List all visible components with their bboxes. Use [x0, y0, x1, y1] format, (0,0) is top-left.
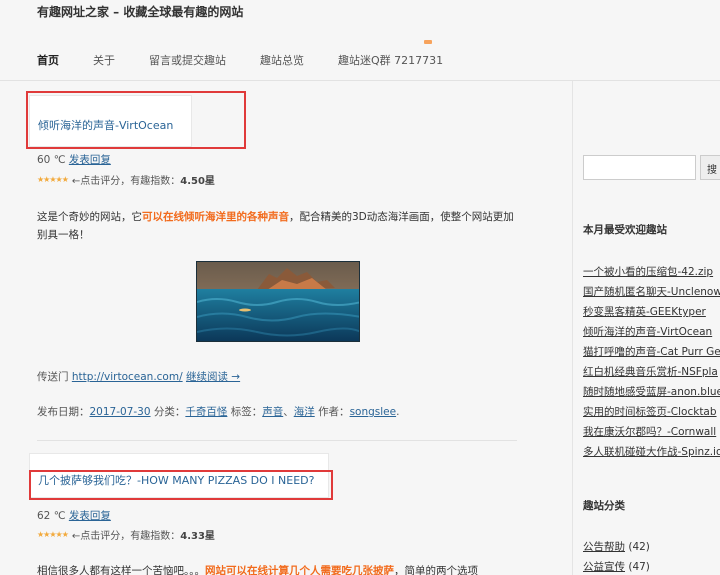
main-nav: 首页 关于 留言或提交趣站 趣站总览 趣站迷Q群 7217731	[37, 52, 477, 68]
tag-label: 标签：	[230, 406, 263, 418]
nav-indicator	[424, 40, 432, 44]
category-count: (42)	[628, 541, 650, 553]
popular-link[interactable]: 我在康沃尔郡吗？-Cornwall	[583, 422, 720, 442]
popular-link[interactable]: 一个被小看的压缩包-42.zip	[583, 262, 720, 282]
category-count: (47)	[628, 561, 650, 573]
search-button[interactable]: 搜	[700, 155, 720, 180]
rating-prompt: ←点击评分，有趣指数：	[71, 176, 181, 187]
category-link[interactable]: 公告帮助	[583, 541, 625, 553]
popular-link[interactable]: 秒变黑客精英-GEEKtyper	[583, 302, 720, 322]
rating-value: 4.33星	[180, 531, 215, 542]
nav-item-about[interactable]: 关于	[93, 52, 115, 68]
nav-item-overview[interactable]: 趣站总览	[260, 52, 304, 68]
rating-value: 4.50星	[180, 176, 215, 187]
tag-separator: 、	[283, 406, 294, 418]
read-more-link[interactable]: 继续阅读 →	[186, 371, 240, 383]
highlight-box	[29, 470, 333, 500]
popular-link[interactable]: 倾听海洋的声音-VirtOcean	[583, 322, 720, 342]
excerpt-text: 这是个奇妙的网站，它	[37, 211, 142, 223]
excerpt-text-end: ，简单的两个选项	[394, 565, 478, 575]
nav-item-qq-group[interactable]: 趣站迷Q群 7217731	[338, 52, 443, 68]
post-meta-line: 62 ℃ 发表回复	[37, 508, 111, 523]
excerpt-text: 相信很多人都有这样一个苦恼吧。。。	[37, 565, 205, 575]
post-tag[interactable]: 声音	[262, 406, 283, 418]
post-author[interactable]: songslee	[350, 406, 397, 418]
rating-stars-icon[interactable]: ★★★★★	[37, 530, 69, 539]
category-label: 分类：	[153, 406, 186, 418]
reply-link[interactable]: 发表回复	[69, 154, 111, 166]
site-title[interactable]: 有趣网址之家 – 收藏全球最有趣的网站	[37, 3, 243, 20]
nav-divider	[0, 80, 720, 81]
post-meta-line: 60 ℃ 发表回复	[37, 152, 111, 167]
rating-prompt: ←点击评分，有趣指数：	[71, 531, 181, 542]
portal-link[interactable]: http://virtocean.com/	[72, 371, 183, 383]
category-item: 公益宣传 (47)	[583, 557, 650, 575]
popular-link[interactable]: 猫打呼噜的声音-Cat Purr Ge	[583, 342, 720, 362]
popular-list: 一个被小看的压缩包-42.zip 国产随机匿名聊天-Unclenow 秒变黑客精…	[583, 262, 720, 462]
post-temperature: 62 ℃	[37, 510, 66, 522]
popular-link[interactable]: 红白机经典音乐赏析-NSFpla	[583, 362, 720, 382]
meta-end: .	[396, 406, 400, 418]
popular-link[interactable]: 国产随机匿名聊天-Unclenow	[583, 282, 720, 302]
post-temperature: 60 ℃	[37, 154, 66, 166]
popular-link[interactable]: 随时随地感受蓝屏-anon.blue	[583, 382, 720, 402]
post-footer-meta: 发布日期：2017-07-30 分类：千奇百怪 标签：声音、海洋 作者：song…	[37, 404, 399, 419]
ocean-scene-image	[197, 262, 359, 341]
post-category[interactable]: 千奇百怪	[185, 406, 227, 418]
post-tag[interactable]: 海洋	[294, 406, 315, 418]
nav-item-home[interactable]: 首页	[37, 52, 59, 68]
rating-row: ★★★★★ ←点击评分，有趣指数： 4.50星	[37, 172, 215, 187]
highlight-box	[26, 91, 246, 149]
author-label: 作者：	[318, 406, 350, 418]
popular-link[interactable]: 多人联机碰碰大作战-Spinz.io	[583, 442, 720, 462]
post-date[interactable]: 2017-07-30	[90, 406, 151, 418]
post-divider	[37, 440, 517, 441]
sidebar-divider	[572, 81, 573, 575]
ocean-thumbnail[interactable]	[196, 261, 360, 342]
search-input[interactable]	[583, 155, 696, 180]
portal-label: 传送门	[37, 371, 69, 383]
post-excerpt: 这是个奇妙的网站，它可以在线倾听海洋里的各种声音，配合精美的3D动态海洋画面，使…	[37, 208, 522, 244]
popular-link[interactable]: 实用的时间标签页-Clocktab	[583, 402, 720, 422]
category-link[interactable]: 公益宣传	[583, 561, 625, 573]
category-item: 公告帮助 (42)	[583, 537, 650, 557]
nav-item-guestbook[interactable]: 留言或提交趣站	[149, 52, 226, 68]
portal-line: 传送门 http://virtocean.com/ 继续阅读 →	[37, 369, 240, 384]
category-heading: 趣站分类	[583, 500, 625, 512]
excerpt-highlight: 网站可以在线计算几个人需要吃几张披萨	[205, 565, 394, 575]
rating-stars-icon[interactable]: ★★★★★	[37, 175, 69, 184]
excerpt-highlight: 可以在线倾听海洋里的各种声音	[142, 211, 289, 223]
post-excerpt: 相信很多人都有这样一个苦恼吧。。。网站可以在线计算几个人需要吃几张披萨，简单的两…	[37, 562, 522, 575]
date-label: 发布日期：	[37, 406, 90, 418]
reply-link[interactable]: 发表回复	[69, 510, 111, 522]
category-list: 公告帮助 (42) 公益宣传 (47)	[583, 537, 650, 575]
popular-heading: 本月最受欢迎趣站	[583, 224, 667, 236]
rating-row: ★★★★★ ←点击评分，有趣指数： 4.33星	[37, 527, 215, 542]
